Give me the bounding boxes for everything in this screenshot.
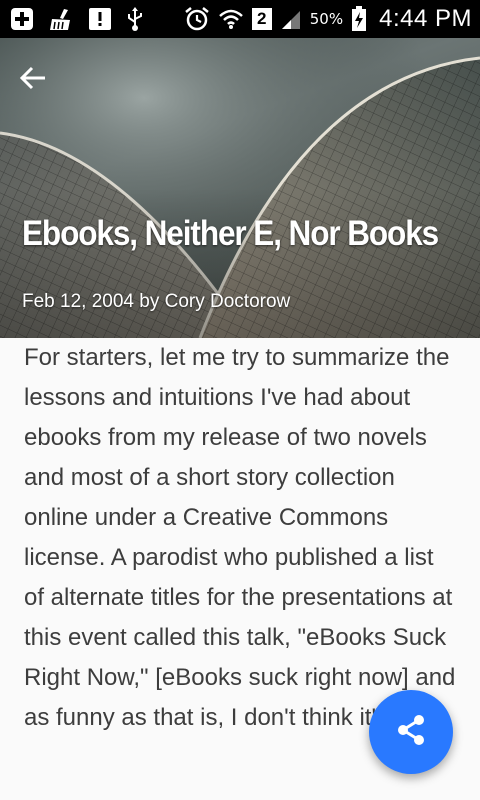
article-title: Ebooks, Neither E, Nor Books (22, 214, 439, 253)
arrow-back-icon (18, 63, 48, 97)
header-image: Ebooks, Neither E, Nor Books Feb 12, 200… (0, 38, 480, 338)
clock-time: 4:44 PM (379, 5, 472, 32)
add-notification-icon (10, 7, 34, 31)
header-gradient-overlay (0, 188, 480, 338)
back-button[interactable] (18, 60, 66, 100)
signal-icon (280, 8, 302, 30)
share-icon (393, 712, 429, 752)
article-byline: Feb 12, 2004 by Cory Doctorow (22, 291, 291, 312)
cleaner-icon (48, 7, 74, 31)
battery-charging-icon (351, 6, 367, 32)
status-bar: 2 50% 4:44 PM (0, 0, 480, 38)
alert-icon (88, 7, 112, 31)
wifi-icon (218, 7, 244, 31)
alarm-icon (184, 6, 210, 32)
usb-icon (126, 6, 144, 32)
article-body: For starters, let me try to summarize th… (24, 344, 456, 731)
sim-slot-badge: 2 (251, 8, 272, 30)
share-button[interactable] (369, 690, 453, 774)
battery-percent: 50% (309, 10, 344, 28)
